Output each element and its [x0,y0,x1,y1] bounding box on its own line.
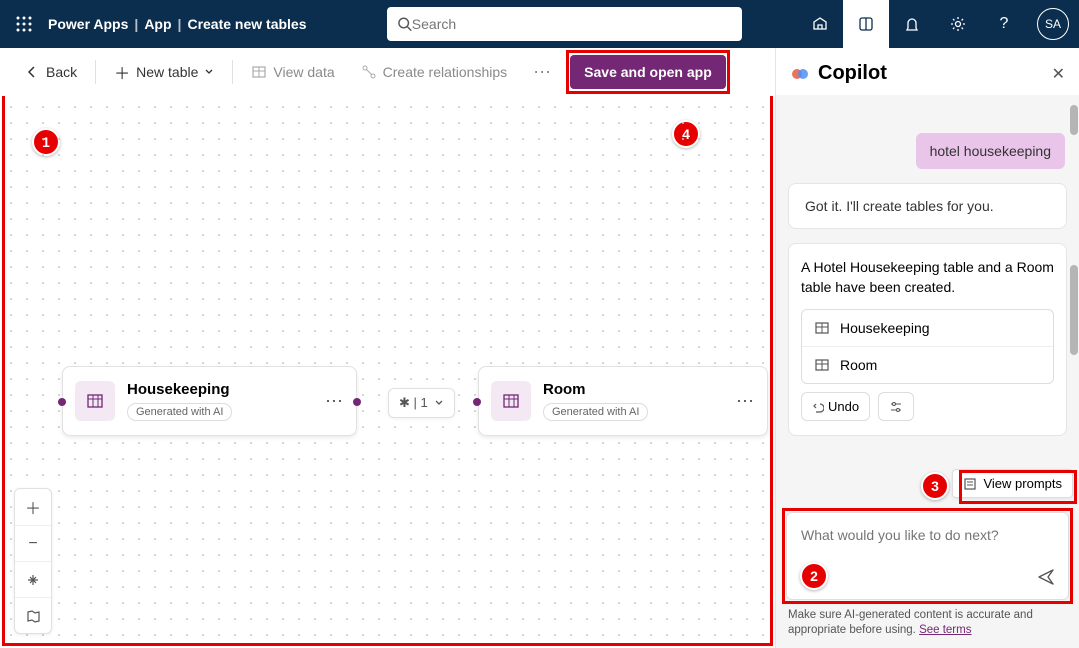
table-icon [75,381,115,421]
top-nav: Power Apps | App | Create new tables ? S… [0,0,1079,48]
annotation-box-2 [782,508,1073,604]
table-row[interactable]: Room [802,346,1053,383]
connector-dot [473,398,481,406]
connector-dot [58,398,66,406]
breadcrumb-product[interactable]: Power Apps [48,16,128,32]
undo-icon [812,401,824,413]
copilot-logo-icon [790,64,810,84]
see-terms-link[interactable]: See terms [919,624,971,636]
relationship-icon [361,64,377,80]
card-title: Housekeeping [127,381,232,398]
breadcrumb-app[interactable]: App [144,16,171,32]
zoom-in-button[interactable]: ＋ [15,489,51,525]
search-icon [397,16,412,32]
table-row[interactable]: Housekeeping [802,310,1053,346]
zoom-toolbar: ＋ − [14,488,52,634]
view-data-button[interactable]: View data [243,58,342,86]
copilot-header: Copilot ✕ [776,48,1079,95]
adjust-button[interactable] [878,392,914,421]
undo-button[interactable]: Undo [801,392,870,421]
copilot-title: Copilot [818,62,887,85]
assistant-message: A Hotel Housekeeping table and a Room ta… [788,243,1067,436]
canvas-toolbar: Back ＋ New table View data Create relati… [0,48,775,96]
breadcrumb-page[interactable]: Create new tables [187,16,306,32]
relationship-node[interactable]: ✱ | 1 [388,388,455,418]
chevron-down-icon [204,67,214,77]
breadcrumb: Power Apps | App | Create new tables [48,16,307,32]
copilot-panel: Copilot ✕ hotel housekeeping Got it. I'l… [775,48,1079,648]
canvas-area: 1 Back ＋ New table View data Create rela… [0,48,775,648]
arrow-left-icon [24,64,40,80]
scrollbar-thumb[interactable] [1070,265,1078,355]
callout-2: 2 [800,562,828,590]
fit-to-screen-button[interactable] [15,561,51,597]
assistant-message: Got it. I'll create tables for you. [788,183,1067,229]
card-more-button[interactable]: ⋯ [736,391,755,412]
ai-badge: Generated with AI [543,403,648,421]
annotation-box-4 [566,50,730,94]
callout-3: 3 [921,472,949,500]
app-launcher-icon[interactable] [0,0,48,48]
zoom-out-button[interactable]: − [15,525,51,561]
connector-dot [353,398,361,406]
environment-icon[interactable] [797,0,843,48]
create-relationships-button[interactable]: Create relationships [353,58,516,86]
table-icon [814,320,830,336]
ai-badge: Generated with AI [127,403,232,421]
table-icon [814,357,830,373]
close-copilot-button[interactable]: ✕ [1052,64,1065,84]
card-more-button[interactable]: ⋯ [325,391,344,412]
ai-disclaimer: Make sure AI-generated content is accura… [776,600,1079,648]
new-table-button[interactable]: ＋ New table [106,54,222,90]
more-actions-button[interactable]: ⋯ [525,56,560,89]
annotation-box-3 [959,470,1077,504]
sliders-icon [889,400,903,414]
search-box[interactable] [387,7,742,41]
card-title: Room [543,381,648,398]
table-icon [491,381,531,421]
help-icon[interactable]: ? [981,0,1027,48]
search-input[interactable] [412,16,732,32]
plus-icon: ＋ [114,60,130,84]
chevron-down-icon [434,398,444,408]
notifications-icon[interactable] [889,0,935,48]
scrollbar-thumb[interactable] [1070,105,1078,135]
settings-icon[interactable] [935,0,981,48]
table-card-housekeeping[interactable]: Housekeeping Generated with AI ⋯ [62,366,357,436]
created-tables-list: Housekeeping Room [801,309,1054,384]
avatar[interactable]: SA [1037,8,1069,40]
back-button[interactable]: Back [16,58,85,86]
user-message: hotel housekeeping [916,133,1065,169]
copilot-conversation: hotel housekeeping Got it. I'll create t… [776,95,1079,504]
table-icon [251,64,267,80]
table-card-room[interactable]: Room Generated with AI ⋯ [478,366,768,436]
diagram-canvas[interactable]: Housekeeping Generated with AI ⋯ ✱ | 1 R… [0,96,775,648]
copilot-toggle-icon[interactable] [843,0,889,48]
minimap-button[interactable] [15,597,51,633]
